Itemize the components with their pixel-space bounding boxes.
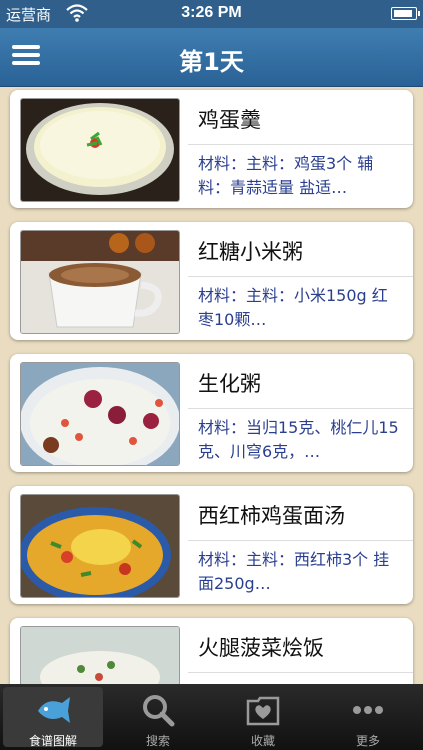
tab-search[interactable]: 搜索 xyxy=(108,687,208,748)
recipe-description: 材料：当归15克、桃仁儿15克、川穹6克，… xyxy=(198,418,399,461)
card-divider xyxy=(188,408,413,409)
recipe-description: 材料：主料：鸡蛋3个 辅料：青蒜适量 盐适… xyxy=(198,154,374,197)
tab-favorites[interactable]: 收藏 xyxy=(213,687,313,748)
search-icon xyxy=(143,695,175,727)
recipe-card[interactable]: 生化粥 材料：当归15克、桃仁儿15克、川穹6克，… xyxy=(10,354,413,472)
recipe-thumbnail xyxy=(20,98,180,202)
recipe-card[interactable]: 鸡蛋羹 材料：主料：鸡蛋3个 辅料：青蒜适量 盐适… xyxy=(10,90,413,208)
recipe-name: 西红柿鸡蛋面汤 xyxy=(198,504,345,528)
tab-label: 更多 xyxy=(355,734,380,748)
recipe-card[interactable]: 西红柿鸡蛋面汤 材料：主料：西红柿3个 挂面250g… xyxy=(10,486,413,604)
status-time: 3:26 PM xyxy=(181,4,242,21)
recipe-card[interactable]: 红糖小米粥 材料：主料：小米150g 红枣10颗… xyxy=(10,222,413,340)
card-divider xyxy=(188,672,413,673)
tab-label: 搜索 xyxy=(145,734,170,748)
status-bar: 运营商 3:26 PM xyxy=(0,0,423,28)
navigation-bar: 第1天 xyxy=(0,28,423,87)
tab-bar: 食谱图解 搜索 收藏 更多 xyxy=(0,684,423,750)
recipe-thumbnail xyxy=(20,362,180,466)
recipe-thumbnail xyxy=(20,494,180,598)
favorites-heart-icon xyxy=(246,696,280,726)
tab-label: 收藏 xyxy=(250,734,275,748)
recipe-fish-icon xyxy=(38,697,70,723)
recipe-description: 材料：主料：西红柿3个 挂面250g… xyxy=(198,550,390,593)
tab-recipes[interactable]: 食谱图解 xyxy=(3,687,103,748)
recipe-name: 鸡蛋羹 xyxy=(198,108,261,132)
card-divider xyxy=(188,144,413,145)
page-title: 第1天 xyxy=(179,48,244,76)
card-divider xyxy=(188,540,413,541)
more-dots-icon xyxy=(353,706,383,714)
recipe-list[interactable]: 鸡蛋羹 材料：主料：鸡蛋3个 辅料：青蒜适量 盐适… 红糖小米粥 材料：主料：小… xyxy=(0,86,423,684)
tab-label: 食谱图解 xyxy=(28,734,77,748)
tab-more[interactable]: 更多 xyxy=(318,687,418,748)
recipe-name: 红糖小米粥 xyxy=(198,240,303,264)
recipe-card[interactable]: 火腿菠菜烩饭 xyxy=(10,618,413,684)
recipe-description: 材料：主料：小米150g 红枣10颗… xyxy=(198,286,388,329)
recipe-thumbnail xyxy=(20,230,180,334)
card-divider xyxy=(188,276,413,277)
recipe-name: 火腿菠菜烩饭 xyxy=(198,636,324,660)
battery-icon xyxy=(391,7,420,20)
recipe-name: 生化粥 xyxy=(198,372,261,396)
recipe-thumbnail xyxy=(20,626,180,684)
